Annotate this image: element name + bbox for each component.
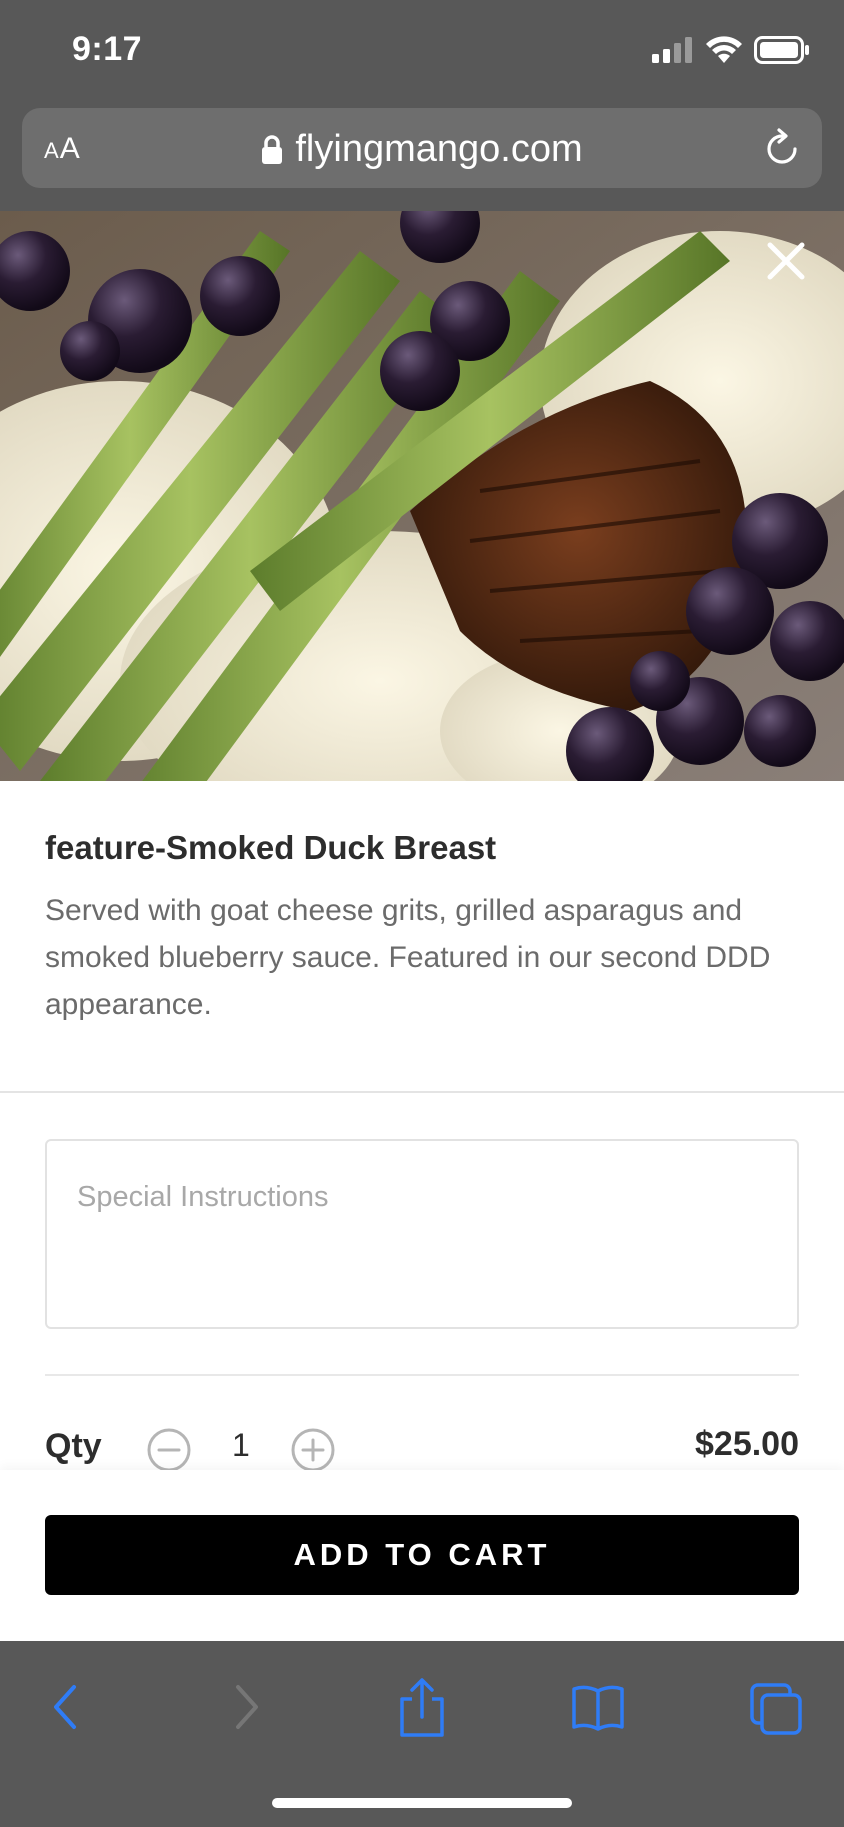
lock-icon bbox=[262, 134, 283, 164]
divider bbox=[0, 1091, 844, 1093]
item-title: feature-Smoked Duck Breast bbox=[45, 829, 497, 866]
wifi-icon bbox=[706, 36, 742, 63]
special-instructions-input[interactable] bbox=[45, 1139, 799, 1329]
status-icons bbox=[652, 36, 810, 64]
status-time: 9:17 bbox=[72, 30, 143, 68]
home-indicator[interactable] bbox=[272, 1798, 572, 1808]
share-icon[interactable] bbox=[394, 1677, 450, 1739]
plus-circle-icon[interactable] bbox=[290, 1427, 336, 1473]
chevron-right-icon[interactable] bbox=[226, 1677, 266, 1737]
url-field[interactable]: flyingmango.com bbox=[22, 128, 822, 171]
item-price: $25.00 bbox=[695, 1425, 799, 1463]
item-description: Served with goat cheese grits, grilled a… bbox=[45, 894, 771, 1021]
reload-icon[interactable] bbox=[762, 128, 802, 168]
divider bbox=[45, 1374, 799, 1376]
chevron-left-icon[interactable] bbox=[46, 1677, 86, 1737]
status-bar: 9:17 bbox=[0, 0, 844, 100]
qty-label: Qty bbox=[45, 1427, 102, 1465]
battery-icon bbox=[754, 36, 809, 64]
food-image bbox=[0, 211, 844, 781]
add-to-cart-button[interactable]: ADD TO CART bbox=[45, 1515, 799, 1595]
close-icon[interactable] bbox=[762, 237, 810, 285]
url-text: flyingmango.com bbox=[295, 128, 583, 170]
address-bar[interactable]: AA flyingmango.com bbox=[22, 108, 822, 188]
tabs-icon[interactable] bbox=[748, 1677, 804, 1737]
minus-circle-icon[interactable] bbox=[146, 1427, 192, 1473]
book-icon[interactable] bbox=[570, 1677, 626, 1737]
item-photo bbox=[0, 211, 844, 781]
item-modal: feature-Smoked Duck Breast Served with g… bbox=[0, 211, 844, 1641]
cellular-signal-icon bbox=[652, 37, 692, 63]
quantity-value: 1 bbox=[232, 1427, 250, 1463]
